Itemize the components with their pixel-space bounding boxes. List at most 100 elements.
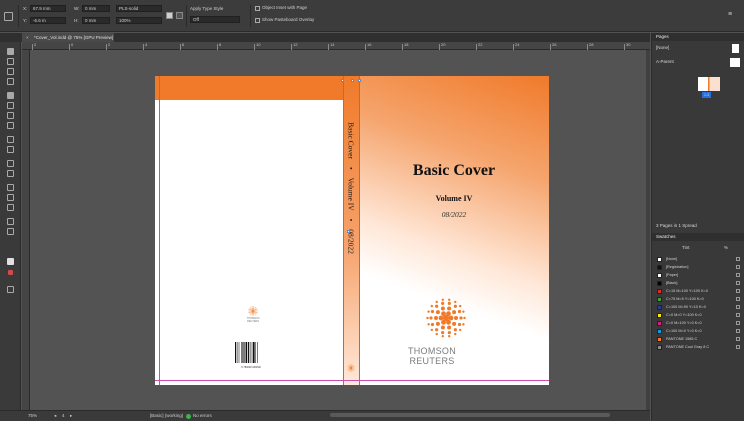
cover-volume[interactable]: Volume IV — [359, 194, 549, 203]
direct-selection-tool-icon[interactable] — [7, 58, 14, 65]
rectangle-tool-icon[interactable] — [7, 146, 14, 153]
fill-stroke-icon[interactable] — [7, 258, 14, 265]
page-number[interactable]: 4 — [62, 412, 65, 420]
close-tab-icon[interactable]: × — [26, 33, 29, 42]
cover-date[interactable]: 08/2022 — [359, 210, 549, 219]
panel-menu-icon[interactable]: ≡ — [728, 11, 732, 18]
reference-point-icon[interactable] — [4, 12, 13, 21]
frame-handle[interactable] — [358, 79, 361, 82]
w-field[interactable]: 0 mm — [82, 5, 110, 12]
object-inset-checkbox[interactable] — [255, 6, 260, 11]
ruler-number: 4 — [145, 42, 148, 47]
frame-handle[interactable] — [347, 230, 350, 233]
apply-none-icon[interactable] — [8, 270, 13, 275]
page-next-icon[interactable]: ▸ — [70, 412, 72, 420]
fill-swatch-icon[interactable] — [166, 12, 173, 19]
swatch-row[interactable]: C=0 M=0 Y=100 K=0 — [655, 311, 742, 319]
x-field[interactable]: 67.9 mm — [30, 5, 66, 12]
preflight-status-icon — [186, 414, 191, 419]
selection-tool-icon[interactable] — [7, 48, 14, 55]
logo-dot — [253, 310, 255, 312]
y-field[interactable]: -6.6 m — [30, 17, 66, 24]
logo-dot — [440, 325, 445, 330]
free-transform-tool-icon[interactable] — [7, 170, 14, 177]
swatch-row[interactable]: C=15 M=100 Y=100 K=0 — [655, 287, 742, 295]
logo-dot — [251, 306, 253, 308]
ruler-number: 26 — [552, 42, 557, 47]
swatches-panel-title[interactable]: Swatches — [652, 233, 744, 241]
stroke-swatch-icon[interactable] — [176, 12, 183, 19]
vertical-scrollbar[interactable] — [646, 50, 650, 410]
back-company-name: THOMSON REUTERS — [246, 317, 260, 323]
h-field[interactable]: 0 mm — [82, 17, 110, 24]
opacity-field[interactable]: 100% — [116, 17, 162, 24]
master-thumbnail[interactable] — [732, 44, 739, 53]
cover-spread[interactable]: Basic Cover•Volume IV•08/2022 Basic Cove… — [155, 76, 549, 385]
preflight-profile[interactable]: [Basic] (working) — [150, 412, 183, 420]
pages-parent-master[interactable]: A-Parent — [656, 59, 674, 65]
document-tab[interactable]: × *Cover_Vol.indd @ 75% [GPU Preview] — [22, 33, 114, 42]
type-tool-icon[interactable] — [7, 92, 14, 99]
spine-logo-icon — [347, 364, 355, 372]
swatch-row[interactable]: [None] — [655, 255, 742, 263]
swatch-row[interactable]: C=75 M=5 Y=100 K=0 — [655, 295, 742, 303]
back-cover-page[interactable] — [155, 76, 343, 385]
swatch-color-icon — [657, 264, 662, 270]
zoom-tool-icon[interactable] — [7, 228, 14, 235]
logo-dot — [430, 322, 435, 327]
control-bar: X: 67.9 mm Y: -6.6 m W: 0 mm H: 0 mm PLS… — [0, 0, 744, 32]
frame-handle[interactable] — [351, 79, 354, 82]
swatch-row[interactable]: C=100 M=90 Y=10 K=0 — [655, 303, 742, 311]
ruler-number: 14 — [330, 42, 335, 47]
ruler-number: 2 — [34, 42, 37, 47]
spine-guide-right — [359, 76, 360, 385]
pencil-tool-icon[interactable] — [7, 122, 14, 129]
logo-dot — [250, 311, 252, 313]
swatch-row[interactable]: PANTONE 1585 C — [655, 335, 742, 343]
screen-mode-icon[interactable] — [7, 286, 14, 293]
barcode-icon[interactable] — [234, 341, 268, 365]
pasteboard-overlay-checkbox[interactable] — [255, 18, 260, 23]
front-cover-page[interactable] — [359, 76, 549, 385]
page-prev-icon[interactable]: ◂ — [54, 412, 56, 420]
spread-thumbnail[interactable] — [698, 77, 720, 91]
swatch-row[interactable]: PANTONE Cool Gray 8 C — [655, 343, 742, 351]
frame-handle[interactable] — [341, 79, 344, 82]
swatch-name: C=0 M=100 Y=0 K=0 — [666, 321, 702, 325]
gap-tool-icon[interactable] — [7, 78, 14, 85]
pages-none-master[interactable]: [None] — [656, 45, 669, 51]
logo-dot — [426, 316, 429, 320]
swatch-row[interactable]: [Registration] — [655, 263, 742, 271]
swatch-row[interactable]: C=0 M=100 Y=0 K=0 — [655, 319, 742, 327]
gradient-tool-icon[interactable] — [7, 184, 14, 191]
type-style-dropdown[interactable]: Off — [190, 16, 240, 23]
logo-dot — [248, 309, 249, 310]
back-logo-icon[interactable] — [248, 306, 258, 316]
pen-tool-icon[interactable] — [7, 112, 14, 119]
logo-dot — [350, 366, 351, 368]
note-tool-icon[interactable] — [7, 194, 14, 201]
logo-dot — [434, 316, 438, 320]
eyedropper-tool-icon[interactable] — [7, 204, 14, 211]
swatch-row[interactable]: [Black] — [655, 279, 742, 287]
scissors-tool-icon[interactable] — [7, 160, 14, 167]
swatch-row[interactable]: C=100 M=0 Y=0 K=0 — [655, 327, 742, 335]
logo-dot — [452, 310, 457, 315]
page-tool-icon[interactable] — [7, 68, 14, 75]
parent-thumbnail[interactable] — [730, 58, 740, 67]
ruler-number: 28 — [589, 42, 594, 47]
line-tool-icon[interactable] — [7, 102, 14, 109]
cover-title[interactable]: Basic Cover — [359, 162, 549, 180]
rectangle-frame-tool-icon[interactable] — [7, 136, 14, 143]
horizontal-scrollbar[interactable] — [330, 413, 610, 417]
thomson-reuters-logo-icon[interactable] — [426, 298, 466, 338]
preflight-errors[interactable]: No errors — [193, 412, 212, 420]
logo-dot — [448, 315, 454, 321]
zoom-level[interactable]: 75% — [28, 412, 37, 420]
tint-value[interactable]: % — [724, 245, 728, 251]
pages-panel-title[interactable]: Pages — [652, 33, 744, 41]
logo-dot — [251, 308, 253, 310]
stroke-style-dropdown[interactable]: PLS-solid — [116, 5, 162, 12]
swatch-row[interactable]: [Paper] — [655, 271, 742, 279]
hand-tool-icon[interactable] — [7, 218, 14, 225]
